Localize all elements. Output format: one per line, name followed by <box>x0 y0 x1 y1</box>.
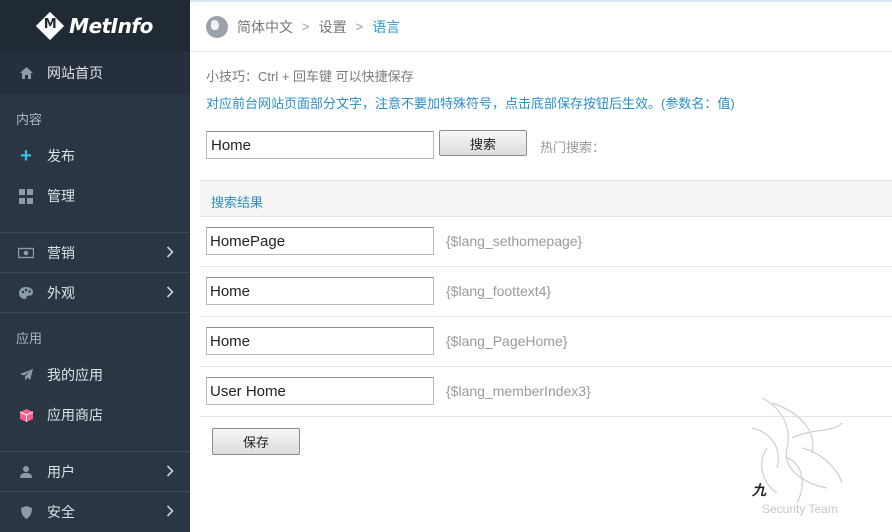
chevron-right-icon <box>166 504 174 520</box>
shield-icon <box>18 504 34 520</box>
watermark-text: Security Team <box>762 502 838 516</box>
sidebar-item-my-apps[interactable]: 我的应用 <box>0 355 190 395</box>
result-value-input[interactable] <box>206 377 434 405</box>
sidebar-item-users[interactable]: 用户 <box>0 452 190 492</box>
sidebar-item-label: 应用商店 <box>47 407 103 423</box>
globe-icon <box>206 15 228 38</box>
user-icon <box>18 464 34 480</box>
search-button[interactable]: 搜索 <box>439 130 527 156</box>
metinfo-logo-icon: M <box>36 11 65 41</box>
breadcrumb: 简体中文 > 设置 > 语言 <box>190 0 892 52</box>
result-value-input[interactable] <box>206 277 434 305</box>
breadcrumb-settings[interactable]: 设置 <box>319 17 347 37</box>
chevron-right-icon: > <box>355 19 364 34</box>
sidebar-item-label: 我的应用 <box>47 367 103 383</box>
logo-mark-letter: M <box>43 17 57 32</box>
sidebar-item-label: 安全 <box>47 504 75 520</box>
chevron-right-icon <box>166 464 174 480</box>
cube-icon <box>18 407 34 423</box>
sidebar-item-home[interactable]: 网站首页 <box>0 52 190 94</box>
logo[interactable]: M MetInfo <box>0 0 190 52</box>
hot-search-label: 热门搜索： <box>540 140 606 155</box>
home-icon <box>18 65 34 81</box>
sidebar-item-security[interactable]: 安全 <box>0 492 190 532</box>
sidebar: M MetInfo 网站首页 内容 + 发布 管理 营销 外观 应用 我的应用 … <box>0 0 190 532</box>
money-icon <box>18 245 34 261</box>
sidebar-section-apps: 应用 <box>16 331 43 346</box>
result-key: {$lang_foottext4} <box>446 283 552 299</box>
logo-text: MetInfo <box>69 14 153 38</box>
breadcrumb-language[interactable]: 简体中文 <box>237 17 293 37</box>
chevron-right-icon: > <box>302 19 310 34</box>
tip-text: 小技巧：Ctrl + 回车键 可以快捷保存 <box>206 69 414 84</box>
watermark-mark: 九 <box>752 483 766 499</box>
search-input[interactable] <box>206 131 434 159</box>
result-value-input[interactable] <box>206 227 434 255</box>
save-button[interactable]: 保存 <box>212 428 300 455</box>
sidebar-item-app-store[interactable]: 应用商店 <box>0 395 190 435</box>
result-key: {$lang_PageHome} <box>446 333 568 349</box>
sidebar-item-label: 用户 <box>47 463 75 480</box>
main-content: 简体中文 > 设置 > 语言 小技巧：Ctrl + 回车键 可以快捷保存 对应前… <box>190 0 892 532</box>
sidebar-item-label: 外观 <box>47 284 75 301</box>
sidebar-item-manage[interactable]: 管理 <box>0 176 190 216</box>
sidebar-item-marketing[interactable]: 营销 <box>0 233 190 273</box>
result-value-input[interactable] <box>206 327 434 355</box>
sidebar-item-label: 营销 <box>47 244 75 261</box>
sidebar-item-label: 网站首页 <box>47 65 103 81</box>
notice-text: 对应前台网站页面部分文字，注意不要加特殊符号，点击底部保存按钮后生效。(参数名：… <box>206 96 735 111</box>
chevron-right-icon <box>166 245 174 261</box>
result-row: {$lang_PageHome} <box>200 317 892 367</box>
sidebar-item-appearance[interactable]: 外观 <box>0 273 190 313</box>
result-key: {$lang_memberIndex3} <box>446 383 591 399</box>
breadcrumb-current: 语言 <box>372 18 401 35</box>
palette-icon <box>18 285 34 301</box>
result-row: {$lang_foottext4} <box>200 267 892 317</box>
chevron-right-icon <box>166 285 174 301</box>
sidebar-item-label: 发布 <box>47 148 75 164</box>
result-row: {$lang_sethomepage} <box>200 217 892 267</box>
paper-plane-icon <box>18 367 34 383</box>
result-key: {$lang_sethomepage} <box>446 233 583 249</box>
sidebar-item-publish[interactable]: + 发布 <box>0 136 190 176</box>
sidebar-section-content: 内容 <box>16 112 43 127</box>
grid-icon <box>18 188 34 204</box>
sidebar-item-label: 管理 <box>47 188 75 204</box>
results-heading: 搜索结果 <box>200 180 892 217</box>
plus-icon: + <box>20 144 32 167</box>
